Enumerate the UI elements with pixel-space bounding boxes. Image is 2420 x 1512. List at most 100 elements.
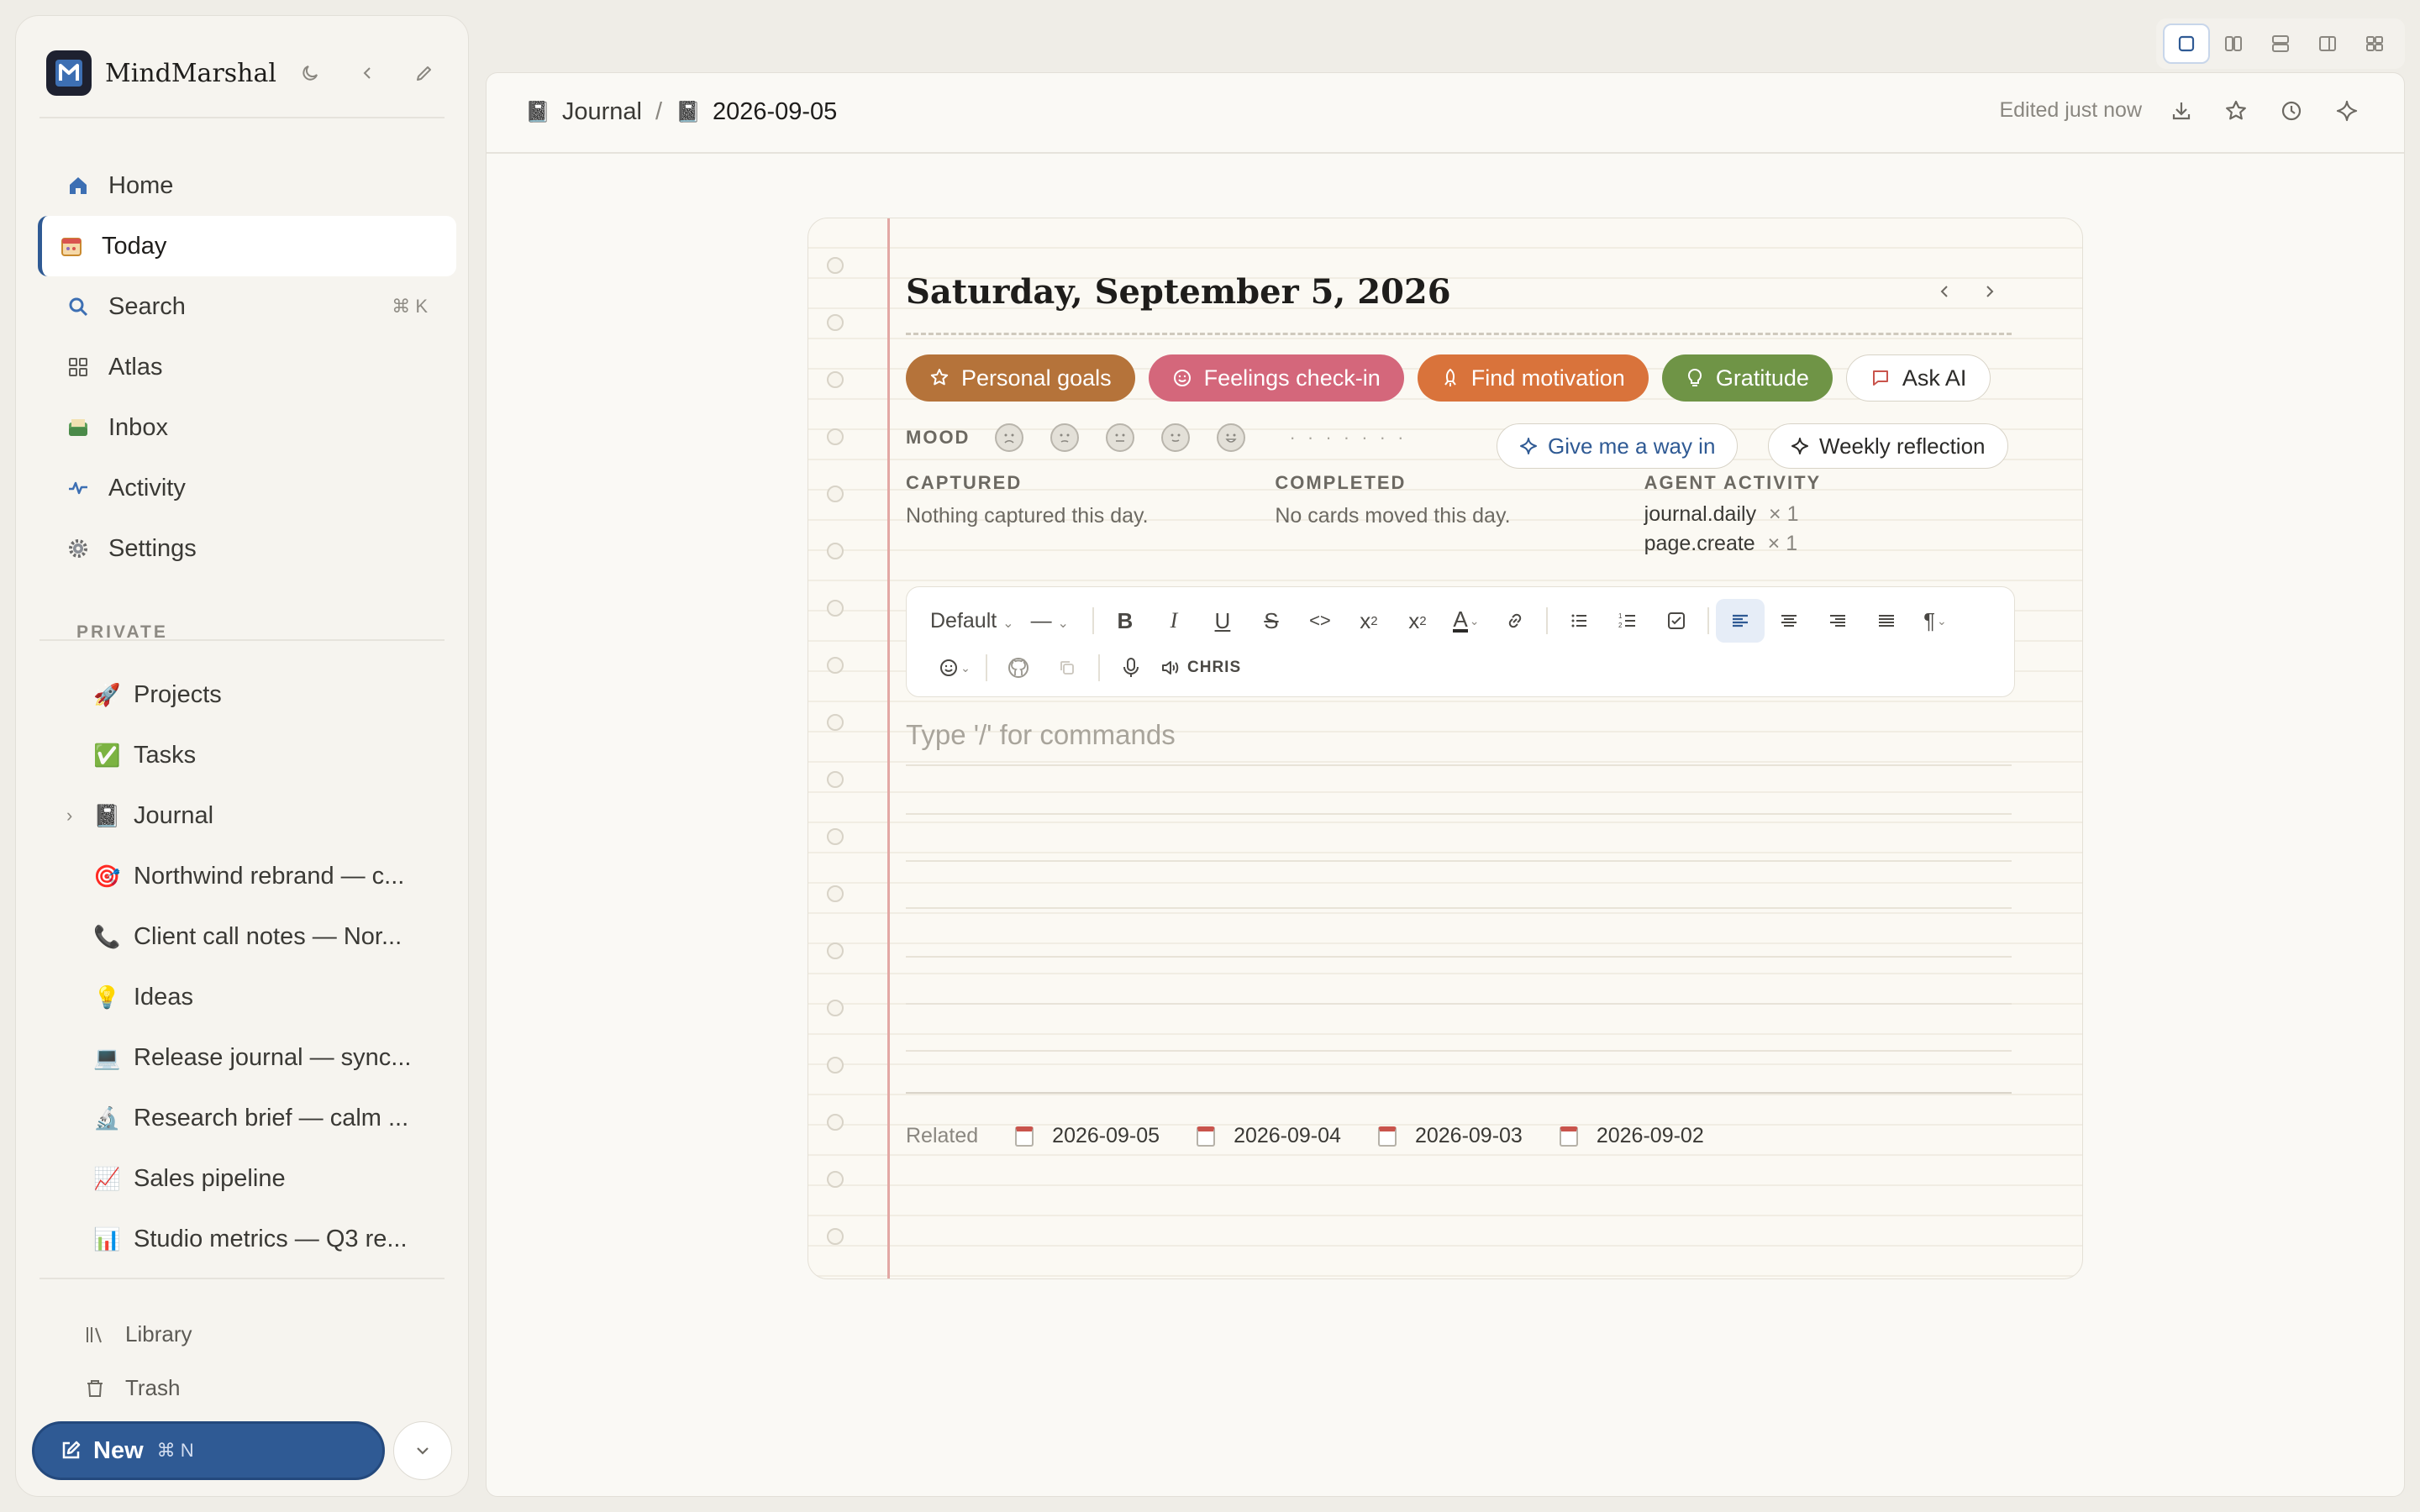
personal-goals-chip[interactable]: Personal goals <box>906 354 1135 402</box>
nav-search[interactable]: Search ⌘ K <box>38 276 456 337</box>
divider-style-select[interactable]: — ⌄ <box>1031 609 1069 633</box>
main-panel: 📓 Journal / 📓 2026-09-05 Edited just now… <box>486 72 2405 1497</box>
toolbar-row-2: ⌄ CHRIS <box>930 646 1246 690</box>
related-page-link[interactable]: 2026-09-03 <box>1377 1124 1523 1148</box>
align-center-icon[interactable] <box>1765 599 1813 643</box>
nav-today[interactable]: Today <box>38 216 456 276</box>
chevron-right-icon[interactable]: › <box>66 805 72 827</box>
checklist-icon[interactable] <box>1652 599 1701 643</box>
voice-speaker-button[interactable]: CHRIS <box>1155 646 1246 690</box>
numbered-list-icon[interactable]: 12 <box>1603 599 1652 643</box>
related-page-link[interactable]: 2026-09-05 <box>1015 1124 1160 1148</box>
page-journal[interactable]: › 📓 Journal <box>38 785 456 846</box>
bulleted-list-icon[interactable] <box>1555 599 1603 643</box>
page-studio-metrics[interactable]: 📊 Studio metrics — Q3 re... <box>38 1209 456 1269</box>
weekly-reflection-button[interactable]: Weekly reflection <box>1768 423 2008 469</box>
calendar-icon <box>60 234 83 258</box>
collapse-sidebar-chevron-icon[interactable] <box>355 61 379 85</box>
single-view-icon[interactable] <box>2163 24 2210 64</box>
lightbulb-icon <box>1686 368 1704 388</box>
strikethrough-icon[interactable]: S <box>1247 599 1296 643</box>
breadcrumb-current-page[interactable]: 2026-09-05 <box>713 98 837 126</box>
gratitude-chip[interactable]: Gratitude <box>1661 354 1833 402</box>
previous-day-chevron-icon[interactable] <box>1936 282 1954 301</box>
agent-activity-line: journal.daily × 1 <box>1644 502 2013 527</box>
brand[interactable]: MindMarshal <box>46 50 276 97</box>
page-release-journal[interactable]: 💻 Release journal — sync... <box>38 1027 456 1088</box>
nav-atlas[interactable]: Atlas <box>38 337 456 397</box>
new-options-chevron-button[interactable] <box>393 1421 452 1480</box>
nav-inbox[interactable]: Inbox <box>38 397 456 458</box>
split-horizontal-view-icon[interactable] <box>2257 24 2304 64</box>
bold-icon[interactable]: B <box>1101 599 1150 643</box>
mood-neutral-icon[interactable] <box>1106 423 1135 452</box>
agent-activity-line: page.create × 1 <box>1644 532 2013 556</box>
date-navigation <box>1936 282 1998 301</box>
paragraph-icon[interactable]: ¶ ⌄ <box>1911 599 1960 643</box>
next-day-chevron-icon[interactable] <box>1980 282 1998 301</box>
page-actions: Edited just now <box>1999 98 2359 123</box>
captured-stat: CAPTURED Nothing captured this day. <box>906 472 1275 556</box>
find-motivation-chip[interactable]: Find motivation <box>1417 354 1649 402</box>
emoji-smile-icon[interactable]: ⌄ <box>930 646 979 690</box>
feelings-check-in-chip[interactable]: Feelings check-in <box>1148 354 1404 402</box>
page-client-call-notes[interactable]: 📞 Client call notes — Nor... <box>38 906 456 967</box>
give-me-a-way-in-button[interactable]: Give me a way in <box>1497 423 1739 469</box>
star-icon[interactable] <box>2224 99 2248 123</box>
microphone-icon[interactable] <box>1107 646 1155 690</box>
text-style-select[interactable]: Default ⌄ <box>930 609 1014 633</box>
text-color-icon[interactable]: A ⌄ <box>1442 599 1491 643</box>
editor-input[interactable]: Type '/' for commands <box>906 719 1176 751</box>
duplicate-icon[interactable] <box>1043 646 1092 690</box>
library-link[interactable]: Library <box>83 1321 192 1347</box>
mood-sad-icon[interactable] <box>1050 423 1080 452</box>
related-pages: Related 2026-09-05 2026-09-04 2026-09-03… <box>906 1124 1704 1148</box>
page-ideas[interactable]: 💡 Ideas <box>38 967 456 1027</box>
github-icon[interactable] <box>994 646 1043 690</box>
history-clock-icon[interactable] <box>2280 99 2303 123</box>
compose-pencil-icon[interactable] <box>413 61 436 85</box>
page-sales-pipeline[interactable]: 📈 Sales pipeline <box>38 1148 456 1209</box>
bar-chart-icon: 📊 <box>93 1226 121 1252</box>
nav-inbox-label: Inbox <box>108 413 168 441</box>
italic-icon[interactable]: I <box>1150 599 1198 643</box>
trash-link[interactable]: Trash <box>83 1375 181 1401</box>
phone-icon: 📞 <box>93 923 121 949</box>
nav-home[interactable]: Home <box>38 155 456 216</box>
mood-happy-icon[interactable] <box>1161 423 1191 452</box>
sidepanel-view-icon[interactable] <box>2304 24 2351 64</box>
related-page-date: 2026-09-05 <box>1052 1124 1160 1147</box>
grid-view-icon[interactable] <box>2351 24 2398 64</box>
agent-activity-count: × 1 <box>1767 532 1798 555</box>
library-icon <box>83 1323 107 1347</box>
page-northwind-rebrand[interactable]: 🎯 Northwind rebrand — c... <box>38 846 456 906</box>
breadcrumb-journal[interactable]: Journal <box>562 98 642 126</box>
lightbulb-icon: 💡 <box>93 984 121 1010</box>
dark-mode-moon-icon[interactable] <box>298 61 322 85</box>
mood-very-happy-icon[interactable] <box>1217 423 1246 452</box>
new-button-shortcut: ⌘ N <box>156 1440 194 1461</box>
superscript-icon[interactable]: x2 <box>1344 599 1393 643</box>
align-left-icon[interactable] <box>1715 599 1765 643</box>
nav-settings[interactable]: Settings <box>38 518 456 579</box>
new-page-button[interactable]: New ⌘ N <box>32 1421 385 1480</box>
calendar-icon <box>1015 1126 1034 1147</box>
ask-ai-chip[interactable]: Ask AI <box>1845 354 1991 402</box>
split-vertical-view-icon[interactable] <box>2210 24 2257 64</box>
mood-very-sad-icon[interactable] <box>995 423 1024 452</box>
page-research-brief[interactable]: 🔬 Research brief — calm ... <box>38 1088 456 1148</box>
related-page-link[interactable]: 2026-09-04 <box>1197 1124 1341 1148</box>
subscript-icon[interactable]: x2 <box>1393 599 1442 643</box>
align-justify-icon[interactable] <box>1862 599 1911 643</box>
align-right-icon[interactable] <box>1813 599 1862 643</box>
underline-icon[interactable]: U <box>1198 599 1247 643</box>
page-projects[interactable]: 🚀 Projects <box>38 664 456 725</box>
app-name: MindMarshal <box>105 58 276 88</box>
related-page-link[interactable]: 2026-09-02 <box>1559 1124 1704 1148</box>
download-icon[interactable] <box>2170 100 2192 122</box>
link-icon[interactable] <box>1491 599 1539 643</box>
page-tasks[interactable]: ✅ Tasks <box>38 725 456 785</box>
code-icon[interactable]: <> <box>1296 599 1344 643</box>
nav-activity[interactable]: Activity <box>38 458 456 518</box>
ai-sparkle-icon[interactable] <box>2335 99 2359 123</box>
